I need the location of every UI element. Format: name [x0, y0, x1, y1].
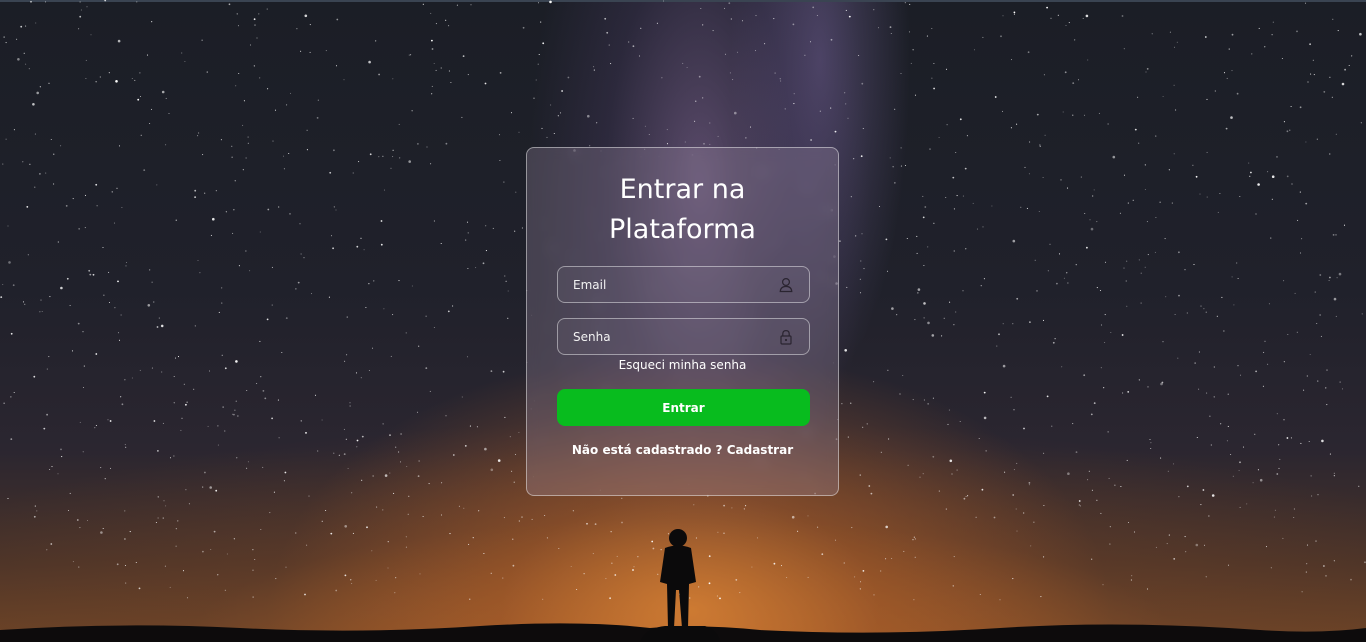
night-sky-background: Entrar na Plataforma Esqueci — [0, 0, 1366, 642]
email-field[interactable] — [558, 267, 783, 302]
lock-icon — [779, 329, 793, 345]
login-card: Entrar na Plataforma Esqueci — [526, 147, 839, 496]
title-line-1: Entrar na — [619, 174, 746, 205]
password-field[interactable] — [558, 319, 783, 354]
email-field-box — [557, 266, 810, 303]
password-field-box — [557, 318, 810, 355]
title-line-2: Plataforma — [609, 214, 756, 245]
user-icon — [779, 277, 793, 293]
signup-link[interactable]: Cadastrar — [727, 443, 793, 457]
login-button[interactable]: Entrar — [557, 389, 810, 426]
signup-prompt-text: Não está cadastrado ? — [571, 443, 723, 457]
page-title: Entrar na Plataforma — [527, 170, 838, 250]
forgot-password-link[interactable]: Esqueci minha senha — [527, 357, 838, 373]
signup-prompt: Não está cadastrado ? Cadastrar — [527, 442, 838, 458]
